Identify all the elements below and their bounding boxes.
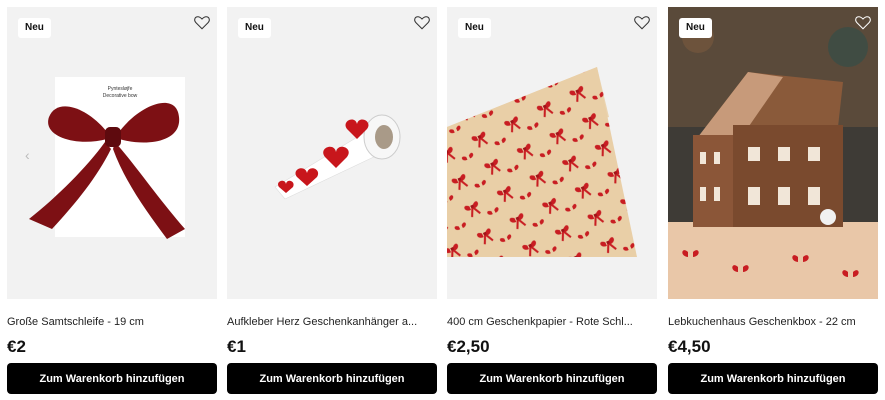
add-to-cart-button[interactable]: Zum Warenkorb hinzufügen bbox=[447, 363, 657, 394]
product-price: €1 bbox=[227, 337, 246, 356]
add-to-cart-button[interactable]: Zum Warenkorb hinzufügen bbox=[227, 363, 437, 394]
product-card[interactable]: Neu Aufkleber Herz Geschenkanhänger a...… bbox=[227, 7, 437, 397]
heart-outline-icon[interactable] bbox=[413, 13, 431, 31]
add-to-cart-button[interactable]: Zum Warenkorb hinzufügen bbox=[668, 363, 878, 394]
product-price: €4,50 bbox=[668, 337, 711, 356]
product-image[interactable]: Neu bbox=[227, 7, 437, 299]
new-badge: Neu bbox=[679, 18, 712, 38]
gingerbread-house-image bbox=[668, 7, 878, 299]
chevron-left-icon[interactable]: ‹ bbox=[25, 147, 30, 163]
product-price: €2 bbox=[7, 337, 26, 356]
new-badge: Neu bbox=[458, 18, 491, 38]
svg-text:Decorative bow: Decorative bow bbox=[103, 93, 138, 99]
product-title[interactable]: 400 cm Geschenkpapier - Rote Schl... bbox=[447, 316, 657, 328]
product-image[interactable]: Neu bbox=[447, 7, 657, 299]
wrapping-paper-image bbox=[447, 67, 637, 257]
product-image[interactable]: Neu ‹ Pyntesløjfe Decorative bow bbox=[7, 7, 217, 299]
product-grid: Neu ‹ Pyntesløjfe Decorative bow Große S… bbox=[0, 0, 885, 400]
velvet-bow-image: Pyntesløjfe Decorative bow bbox=[29, 77, 185, 239]
product-title[interactable]: Aufkleber Herz Geschenkanhänger a... bbox=[227, 316, 437, 328]
heart-outline-icon[interactable] bbox=[193, 13, 211, 31]
product-card[interactable]: Neu Lebkuchenhaus Geschenkbox - 22 cm €4… bbox=[668, 7, 878, 397]
heart-sticker-roll-image bbox=[274, 114, 401, 200]
product-card[interactable]: Neu ‹ Pyntesløjfe Decorative bow Große S… bbox=[7, 7, 217, 397]
add-to-cart-button[interactable]: Zum Warenkorb hinzufügen bbox=[7, 363, 217, 394]
new-badge: Neu bbox=[18, 18, 51, 38]
svg-text:Pyntesløjfe: Pyntesløjfe bbox=[108, 86, 133, 92]
product-title[interactable]: Lebkuchenhaus Geschenkbox - 22 cm bbox=[668, 316, 878, 328]
product-title[interactable]: Große Samtschleife - 19 cm bbox=[7, 316, 217, 328]
product-card[interactable]: Neu 400 cm Geschenkpapier - Rote Schl...… bbox=[447, 7, 657, 397]
heart-outline-icon[interactable] bbox=[854, 13, 872, 31]
product-price: €2,50 bbox=[447, 337, 490, 356]
new-badge: Neu bbox=[238, 18, 271, 38]
heart-outline-icon[interactable] bbox=[633, 13, 651, 31]
product-image[interactable]: Neu bbox=[668, 7, 878, 299]
